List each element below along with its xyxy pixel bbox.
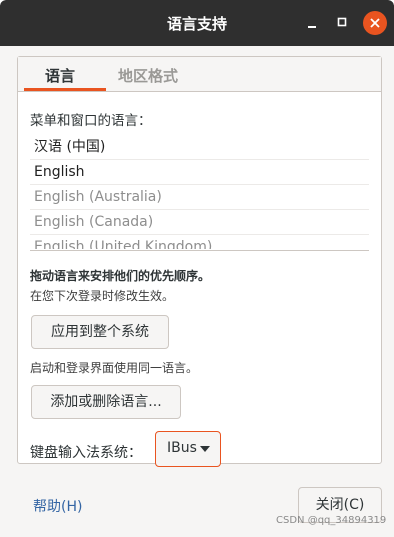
list-item[interactable]: 汉语 (中国) [30, 135, 369, 160]
list-item[interactable]: English (Canada) [30, 210, 369, 235]
maximize-icon [337, 17, 347, 27]
languages-section-label: 菜单和窗口的语言： [30, 113, 152, 129]
tab-language[interactable]: 语言 [45, 65, 75, 86]
minimize-button[interactable] [300, 11, 324, 35]
tab-bar: 语言 地区格式 [18, 57, 381, 92]
active-tab-indicator [24, 88, 106, 91]
dropdown-arrow-icon [200, 446, 210, 452]
list-divider [30, 250, 369, 251]
settings-panel: 语言 地区格式 菜单和窗口的语言： 汉语 (中国) English Englis… [17, 56, 382, 467]
same-language-hint: 启动和登录界面使用同一语言。 [30, 361, 199, 375]
watermark: CSDN @qq_34894319 [276, 515, 387, 526]
close-window-button[interactable] [363, 11, 387, 35]
input-method-select[interactable]: IBus [155, 431, 221, 467]
tab-regional-formats[interactable]: 地区格式 [118, 65, 178, 86]
input-method-value: IBus [167, 440, 197, 456]
title-bar[interactable]: 语言支持 [0, 0, 394, 46]
language-list[interactable]: 汉语 (中国) English English (Australia) Engl… [30, 135, 369, 249]
list-item[interactable]: English (Australia) [30, 185, 369, 210]
close-icon [370, 18, 380, 28]
list-item[interactable]: English (United Kingdom) [30, 235, 369, 249]
list-item[interactable]: English [30, 160, 369, 185]
add-remove-languages-button[interactable]: 添加或删除语言... [31, 385, 181, 419]
drag-order-hint: 拖动语言来安排他们的优先顺序。 [30, 269, 211, 283]
keyboard-input-method-label: 键盘输入法系统： [30, 445, 142, 461]
next-login-hint: 在您下次登录时修改生效。 [30, 289, 175, 303]
maximize-button[interactable] [330, 11, 354, 35]
apply-system-wide-button[interactable]: 应用到整个系统 [31, 315, 169, 349]
language-support-window: 语言支持 语言 地区格式 菜单和窗口的语言： 汉语 (中国) English E… [0, 0, 394, 537]
help-button[interactable]: 帮助(H) [33, 496, 82, 516]
minimize-icon [308, 26, 316, 28]
